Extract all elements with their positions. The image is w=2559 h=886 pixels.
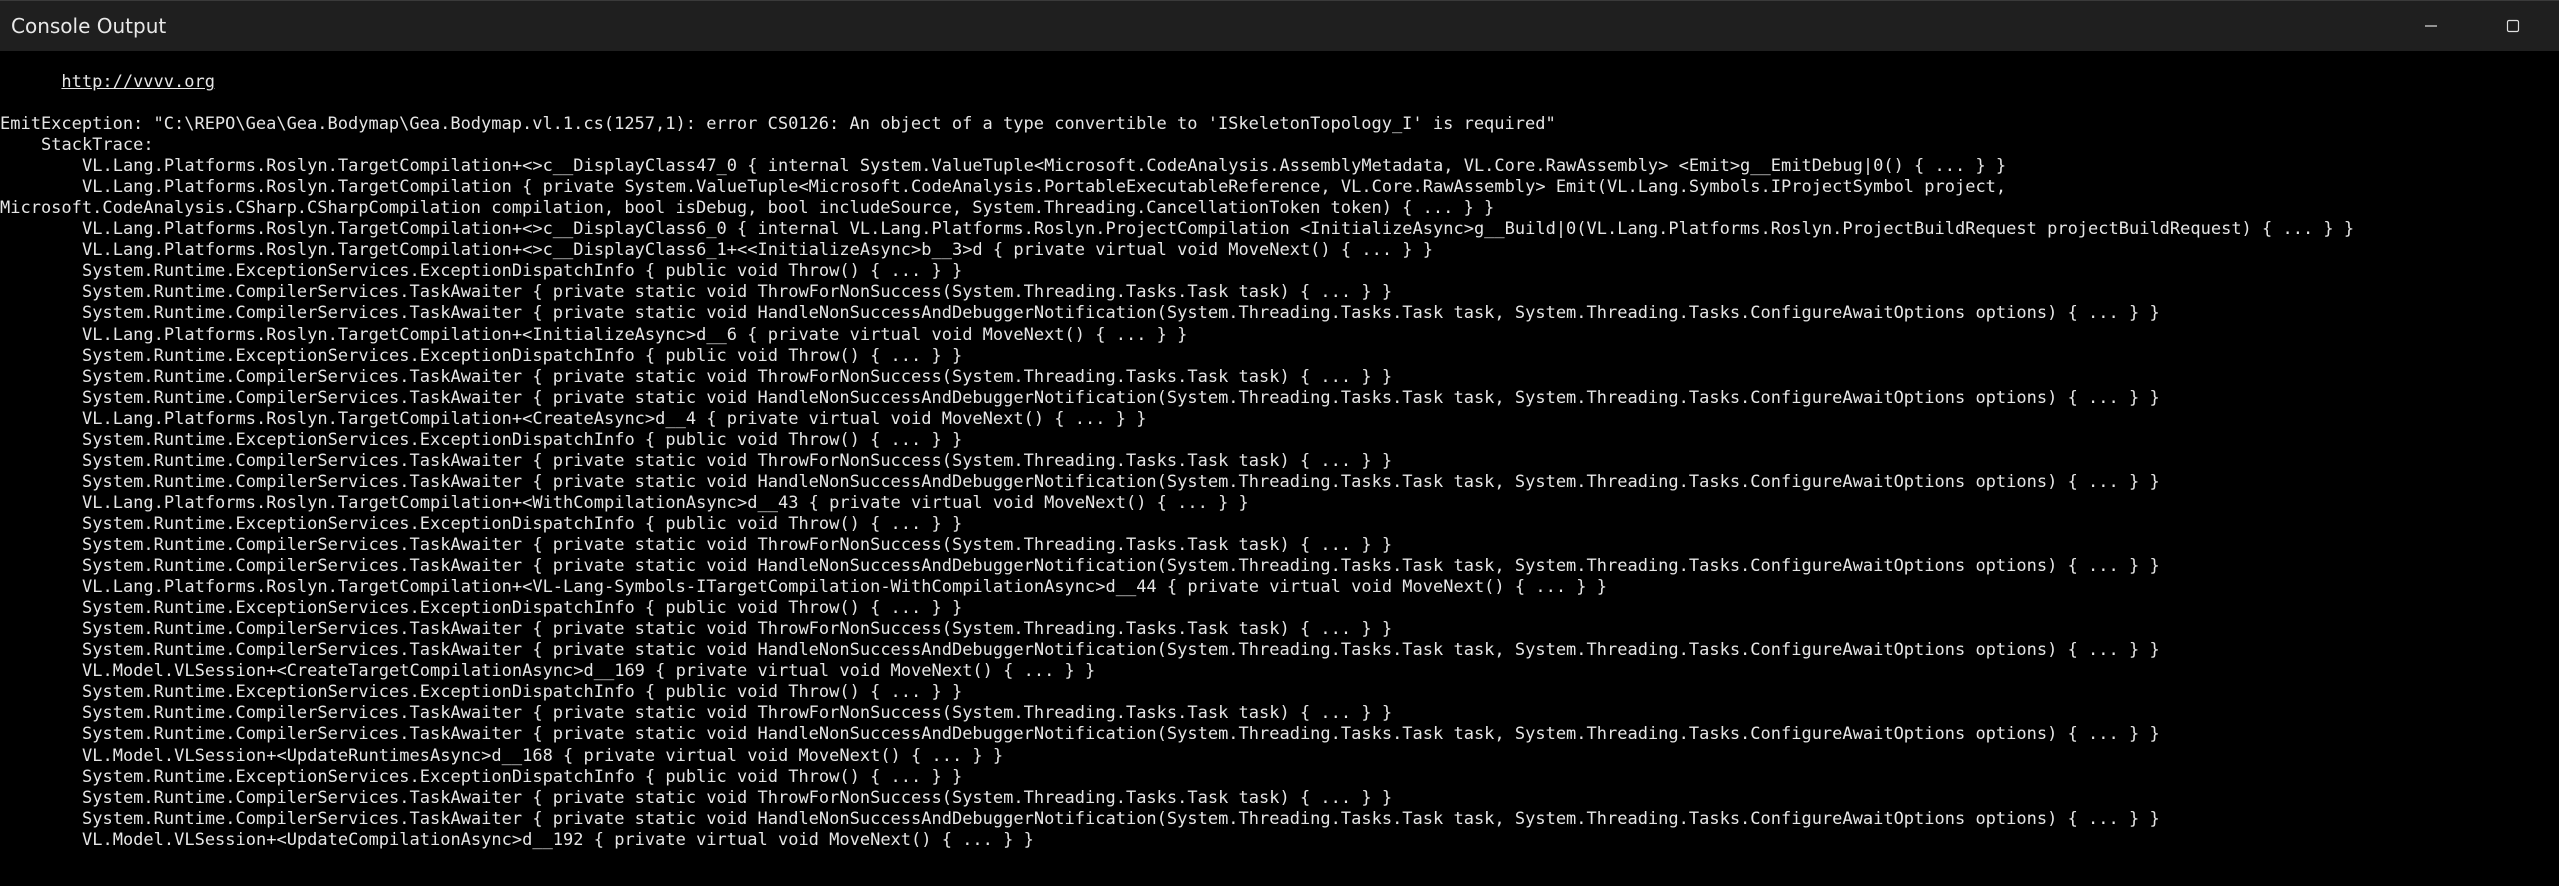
console-line: System.Runtime.CompilerServices.TaskAwai… — [82, 471, 2160, 492]
window-title: Console Output — [11, 14, 167, 38]
console-line: System.Runtime.ExceptionServices.Excepti… — [82, 345, 963, 366]
console-line: System.Runtime.ExceptionServices.Excepti… — [82, 766, 963, 787]
console-line: System.Runtime.ExceptionServices.Excepti… — [82, 429, 963, 450]
console-line: System.Runtime.CompilerServices.TaskAwai… — [82, 282, 1393, 303]
console-line: VL.Lang.Platforms.Roslyn.TargetCompilati… — [82, 219, 2355, 240]
console-line: System.Runtime.CompilerServices.TaskAwai… — [82, 535, 1393, 555]
console-link-line: http://vvvv.org — [0, 51, 215, 92]
console-line: System.Runtime.CompilerServices.TaskAwai… — [82, 387, 2160, 408]
console-line: System.Runtime.CompilerServices.TaskAwai… — [82, 787, 1393, 808]
console-line: System.Runtime.ExceptionServices.Excepti… — [82, 598, 963, 619]
console-line: System.Runtime.ExceptionServices.Excepti… — [82, 513, 963, 534]
console-text-area[interactable]: http://vvvv.org EmitException: "C:\REPO\… — [0, 51, 2559, 886]
console-line: VL.Lang.Platforms.Roslyn.TargetCompilati… — [82, 156, 2007, 177]
console-line: VL.Lang.Platforms.Roslyn.TargetCompilati… — [82, 240, 1434, 261]
console-line: System.Runtime.CompilerServices.TaskAwai… — [82, 640, 2160, 661]
console-line: VL.Lang.Platforms.Roslyn.TargetCompilati… — [82, 324, 1188, 345]
console-line: System.Runtime.CompilerServices.TaskAwai… — [82, 724, 2160, 745]
console-line: System.Runtime.CompilerServices.TaskAwai… — [82, 619, 1393, 640]
console-line: Microsoft.CodeAnalysis.CSharp.CSharpComp… — [0, 198, 1495, 219]
console-line: VL.Lang.Platforms.Roslyn.TargetCompilati… — [82, 177, 2007, 198]
minimize-icon — [2425, 25, 2437, 27]
maximize-button[interactable] — [2475, 1, 2551, 51]
vvvv-link[interactable]: http://vvvv.org — [61, 72, 215, 92]
console-line: VL.Lang.Platforms.Roslyn.TargetCompilati… — [82, 492, 1249, 513]
console-line: VL.Model.VLSession+<UpdateCompilationAsy… — [82, 829, 1034, 850]
console-line: System.Runtime.CompilerServices.TaskAwai… — [82, 808, 2160, 829]
console-line: VL.Model.VLSession+<UpdateRuntimesAsync>… — [82, 745, 1004, 766]
console-line: VL.Lang.Platforms.Roslyn.TargetCompilati… — [82, 408, 1147, 429]
title-bar[interactable]: Console Output — [0, 0, 2559, 51]
maximize-icon — [2506, 19, 2520, 33]
console-line: System.Runtime.CompilerServices.TaskAwai… — [82, 556, 2160, 577]
console-line: System.Runtime.ExceptionServices.Excepti… — [82, 261, 963, 282]
console-line: System.Runtime.ExceptionServices.Excepti… — [82, 682, 963, 703]
console-line: VL.Lang.Platforms.Roslyn.TargetCompilati… — [82, 577, 1607, 598]
console-line: System.Runtime.CompilerServices.TaskAwai… — [82, 303, 2160, 324]
console-line: System.Runtime.CompilerServices.TaskAwai… — [82, 366, 1393, 387]
console-line: StackTrace: — [41, 135, 154, 156]
console-line: VL.Model.VLSession+<CreateTargetCompilat… — [82, 661, 1096, 682]
console-output-window: Console Output http://vvvv.org EmitExcep… — [0, 0, 2559, 886]
console-line: EmitException: "C:\REPO\Gea\Gea.Bodymap\… — [0, 114, 1556, 134]
console-line: System.Runtime.CompilerServices.TaskAwai… — [82, 450, 1393, 471]
minimize-button[interactable] — [2393, 1, 2469, 51]
console-line: System.Runtime.CompilerServices.TaskAwai… — [82, 703, 1393, 724]
